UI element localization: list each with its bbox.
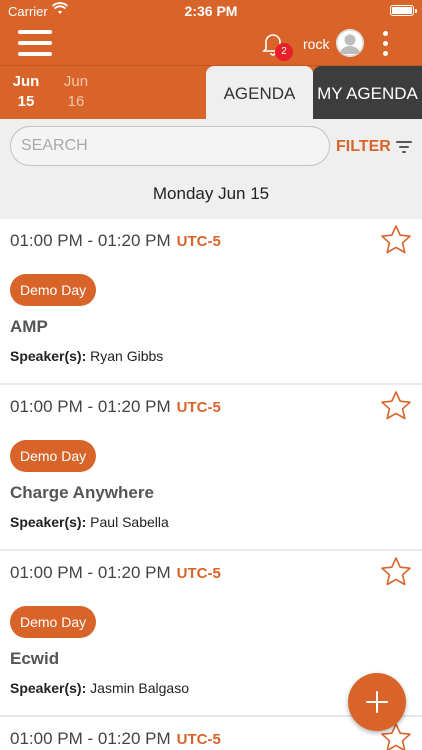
session-speakers: Speaker(s): Paul Sabella [10,514,169,530]
session-time-row: 01:00 PM - 01:20 PM UTC-5 [10,231,221,251]
session-time: 01:00 PM - 01:20 PM [10,397,171,416]
date-tab-month: Jun [63,73,89,90]
more-vertical-icon[interactable] [380,30,392,58]
session-card[interactable]: 01:00 PM - 01:20 PM UTC-5 Demo Day AMP Sp… [0,219,422,383]
date-tab-day: 16 [67,93,85,110]
search-row: FILTER [0,119,422,175]
session-tag[interactable]: Demo Day [10,440,97,472]
session-card[interactable]: 01:00 PM - 01:20 PM UTC-5 Demo Day Charge… [0,385,422,549]
session-title: Charge Anywhere [10,483,154,502]
filter-lines-icon[interactable] [396,141,412,153]
session-speakers: Speaker(s): Jasmin Balgaso [10,680,189,696]
plus-icon[interactable] [348,673,406,731]
session-tag[interactable]: Demo Day [10,606,97,638]
date-tab-day: 15 [17,93,35,110]
status-bar: Carrier 2:36 PM [0,0,422,22]
session-time: 01:00 PM - 01:20 PM [10,729,171,748]
session-speakers: Speaker(s): Ryan Gibbs [10,348,163,364]
star-outline-icon[interactable] [378,389,414,423]
date-and-tab-bar: Jun 15 Jun 16 AGENDA MY AGENDA [0,66,422,119]
battery-icon [390,5,417,16]
user-avatar-icon[interactable] [336,29,364,57]
session-time: 01:00 PM - 01:20 PM [10,563,171,582]
speaker-name: Ryan Gibbs [90,348,164,364]
speaker-label: Speaker(s): [10,348,87,364]
app-header: 2 rock [0,22,422,66]
speaker-name: Paul Sabella [90,514,169,530]
session-timezone: UTC-5 [176,565,221,582]
session-timezone: UTC-5 [176,399,221,416]
session-title: Ecwid [10,649,60,668]
day-header: Monday Jun 15 [0,175,422,219]
filter-button[interactable]: FILTER [336,138,391,156]
session-timezone: UTC-5 [176,731,221,748]
session-time-row: 01:00 PM - 01:20 PM UTC-5 [10,729,221,749]
tab-agenda[interactable]: AGENDA [206,66,313,119]
date-tab-jun-16[interactable]: Jun 16 [51,72,101,112]
session-timezone: UTC-5 [176,233,221,250]
notification-badge: 2 [275,43,293,61]
tab-my-agenda[interactable]: MY AGENDA [313,66,422,119]
search-input[interactable] [10,126,330,166]
star-outline-icon[interactable] [378,555,414,589]
star-outline-icon[interactable] [378,223,414,257]
session-time-row: 01:00 PM - 01:20 PM UTC-5 [10,397,221,417]
speaker-name: Jasmin Balgaso [90,680,189,696]
hamburger-menu-icon[interactable] [18,28,52,58]
session-time: 01:00 PM - 01:20 PM [10,231,171,250]
speaker-label: Speaker(s): [10,680,87,696]
date-tab-jun-15[interactable]: Jun 15 [1,72,51,112]
clock: 2:36 PM [184,3,238,19]
speaker-label: Speaker(s): [10,514,87,530]
session-time-row: 01:00 PM - 01:20 PM UTC-5 [10,563,221,583]
session-tag[interactable]: Demo Day [10,274,97,306]
date-tab-month: Jun [12,73,40,90]
session-title: AMP [10,317,48,336]
username[interactable]: rock [303,36,329,52]
